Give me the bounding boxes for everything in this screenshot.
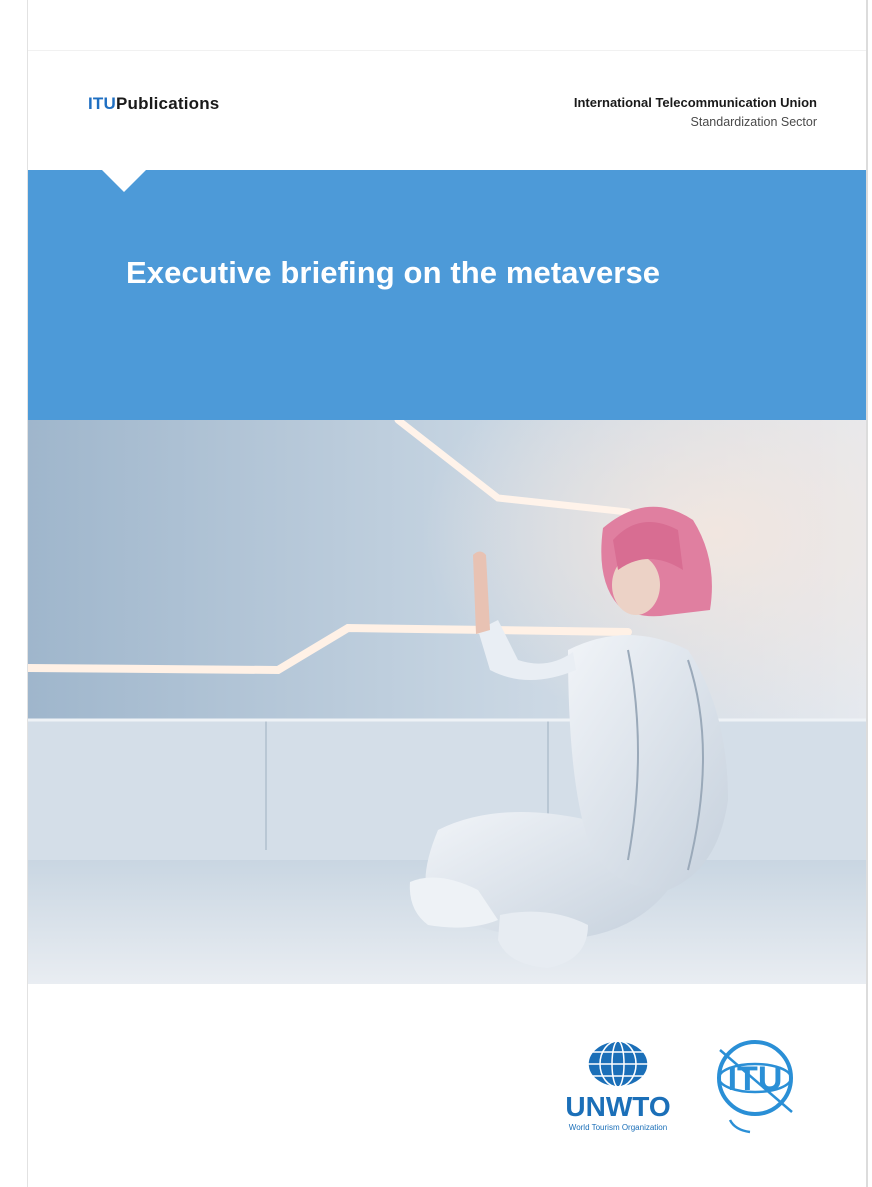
top-rule [28,50,866,51]
itu-wordmark: ITU [728,1060,783,1098]
brand-prefix: ITU [88,94,116,113]
unwto-fullname: World Tourism Organization [569,1123,667,1132]
cover-photo-illustration [28,420,866,984]
org-sector: Standardization Sector [690,115,817,129]
brand-suffix: Publications [115,94,220,113]
organization-block: International Telecommunication Union St… [574,95,817,129]
document-title: Executive briefing on the metaverse [126,255,661,290]
banner-notch [102,170,146,192]
logos-graphic: UNWTO World Tourism Organization ITU [565,1040,793,1134]
unwto-wordmark: UNWTO [565,1091,670,1122]
cover-photo [28,420,866,984]
unwto-globe-icon [587,1040,649,1088]
publisher-brand: ITUPublications [88,94,219,114]
org-name: International Telecommunication Union [573,95,817,110]
page-right-edge [866,0,868,1187]
title-banner [28,170,866,422]
partner-logos: UNWTO World Tourism Organization ITU [560,1030,820,1160]
